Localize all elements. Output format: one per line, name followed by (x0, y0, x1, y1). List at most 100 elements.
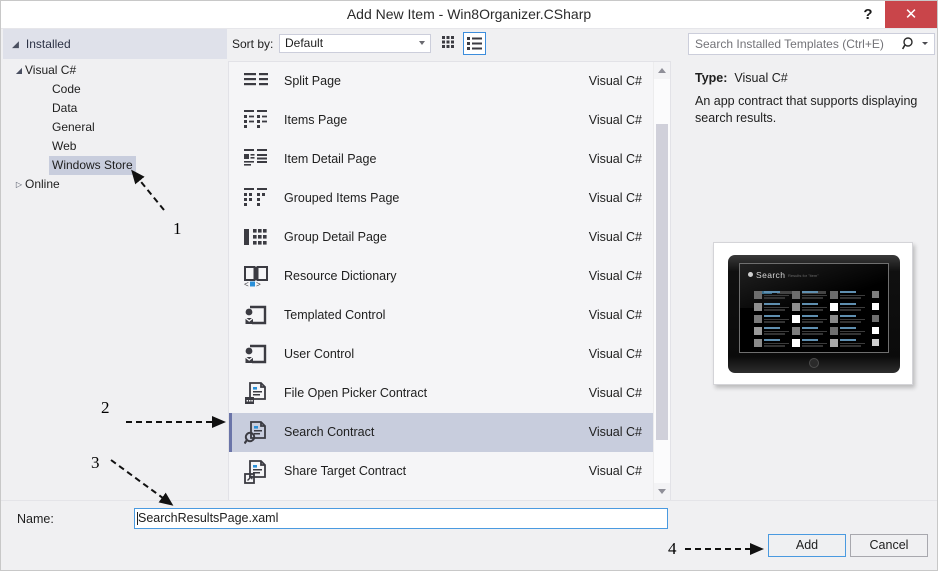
template-name: User Control (284, 347, 355, 361)
close-button[interactable]: ✕ (885, 1, 937, 28)
name-input[interactable]: SearchResultsPage.xaml (134, 508, 668, 529)
file-open-picker-contract-icon (244, 382, 268, 406)
tree-item-data[interactable]: Data (3, 99, 227, 118)
chevron-down-icon (658, 489, 666, 494)
back-button-dot-icon (748, 272, 753, 277)
expander-closed-icon[interactable]: ▷ (13, 175, 25, 194)
template-language: Visual C# (588, 152, 642, 166)
add-button[interactable]: Add (768, 534, 846, 557)
template-row[interactable]: Group Detail Page Visual C# (229, 218, 670, 257)
template-row[interactable]: User Control Visual C# (229, 335, 670, 374)
template-name: Search Contract (284, 425, 375, 439)
template-name: Templated Control (284, 308, 386, 322)
tree-item-label: Code (52, 82, 81, 96)
add-new-item-dialog: Add New Item - Win8Organizer.CSharp ? ✕ … (0, 0, 938, 571)
template-row[interactable]: Split Page Visual C# (229, 62, 670, 101)
preview-result-cell (792, 303, 828, 312)
item-detail-page-icon (244, 148, 268, 172)
tree-item-online[interactable]: ▷ Online (3, 175, 227, 194)
template-name: Resource Dictionary (284, 269, 397, 283)
template-name: Split Page (284, 74, 341, 88)
cancel-button[interactable]: Cancel (850, 534, 928, 557)
tree-item-windows-store[interactable]: Windows Store (3, 156, 227, 175)
template-row[interactable]: Share Target Contract Visual C# (229, 452, 670, 491)
scrollbar-thumb[interactable] (656, 124, 668, 440)
annotation-number-3: 3 (91, 453, 100, 472)
list-view-button[interactable] (463, 32, 486, 55)
template-language: Visual C# (588, 308, 642, 322)
templated-control-icon (244, 304, 268, 328)
installed-label: Installed (25, 37, 71, 51)
installed-header[interactable]: ◢ Installed (3, 29, 227, 59)
preview-screen: Search Results for "item" (739, 263, 889, 353)
tree-item-label: Online (25, 177, 60, 191)
template-name: Share Target Contract (284, 464, 407, 478)
preview-result-cell (754, 291, 790, 300)
chevron-down-icon (419, 41, 425, 45)
preview-result-cell (830, 327, 866, 336)
expander-open-icon[interactable]: ◢ (13, 61, 25, 80)
toolbar: ◢ Installed Sort by: Default Search Inst… (1, 29, 937, 60)
scroll-down-button[interactable] (654, 483, 670, 500)
grouped-items-page-icon (244, 187, 268, 211)
search-icon (901, 36, 916, 54)
template-row[interactable]: Grouped Items Page Visual C# (229, 179, 670, 218)
template-row[interactable]: Search Contract Visual C# (229, 413, 670, 452)
dialog-title: Add New Item - Win8Organizer.CSharp (346, 6, 592, 22)
template-language: Visual C# (588, 230, 642, 244)
preview-result-cell (792, 339, 828, 348)
search-dropdown-icon[interactable] (922, 42, 928, 45)
template-name: Group Detail Page (284, 230, 387, 244)
dialog-footer: Name: SearchResultsPage.xaml Add Cancel (1, 500, 937, 570)
template-row[interactable]: Items Page Visual C# (229, 101, 670, 140)
scroll-up-button[interactable] (654, 62, 670, 79)
sort-by-dropdown[interactable]: Default (279, 34, 431, 53)
chevron-up-icon (658, 68, 666, 73)
list-view-icon (467, 37, 482, 50)
tree-item-web[interactable]: Web (3, 137, 227, 156)
tree-item-general[interactable]: General (3, 118, 227, 137)
preview-result-cell (792, 327, 828, 336)
search-placeholder: Search Installed Templates (Ctrl+E) (695, 37, 884, 51)
tree-item-label: Visual C# (25, 63, 77, 77)
search-contract-icon (243, 421, 268, 445)
template-row[interactable]: < > Resource Dictionary Visual C# (229, 257, 670, 296)
annotation-number-2: 2 (101, 398, 110, 417)
template-language: Visual C# (588, 464, 642, 478)
template-name: Item Detail Page (284, 152, 377, 166)
search-input[interactable]: Search Installed Templates (Ctrl+E) (688, 33, 935, 55)
preview-result-cell (792, 315, 828, 324)
tree-item-visual-c-[interactable]: ◢ Visual C# (3, 61, 227, 80)
template-list-scrollbar[interactable] (653, 62, 670, 500)
preview-result-cell (830, 339, 866, 348)
preview-result-cell (754, 315, 790, 324)
preview-result-cell (754, 303, 790, 312)
template-row[interactable]: File Open Picker Contract Visual C# (229, 374, 670, 413)
template-type-line: Type: Visual C# (695, 71, 788, 85)
tree-item-code[interactable]: Code (3, 80, 227, 99)
resource-dictionary-icon: < > (244, 265, 268, 290)
preview-result-cell (754, 339, 790, 348)
template-info-panel: Type: Visual C# An app contract that supp… (687, 61, 935, 501)
template-preview-thumbnail: Search Results for "item" (713, 242, 913, 385)
installed-expander-icon: ◢ (12, 39, 19, 49)
split-page-icon (244, 70, 268, 94)
annotation-number-4: 4 (668, 539, 677, 558)
grid-view-button[interactable] (438, 32, 461, 55)
type-value: Visual C# (734, 71, 788, 85)
template-language: Visual C# (588, 386, 642, 400)
template-description: An app contract that supports displaying… (695, 94, 918, 125)
items-page-icon (244, 109, 268, 133)
template-row[interactable]: Item Detail Page Visual C# (229, 140, 670, 179)
template-language: Visual C# (588, 191, 642, 205)
template-name: Grouped Items Page (284, 191, 400, 205)
template-row[interactable]: Templated Control Visual C# (229, 296, 670, 335)
help-icon[interactable]: ? (853, 1, 883, 28)
home-button-icon (809, 358, 819, 368)
annotation-number-1: 1 (173, 219, 182, 238)
preview-result-cell-edge (872, 303, 879, 310)
sort-by-value: Default (285, 36, 324, 50)
type-label: Type: (695, 71, 728, 85)
preview-result-cell (754, 327, 790, 336)
group-detail-page-icon (244, 226, 268, 250)
